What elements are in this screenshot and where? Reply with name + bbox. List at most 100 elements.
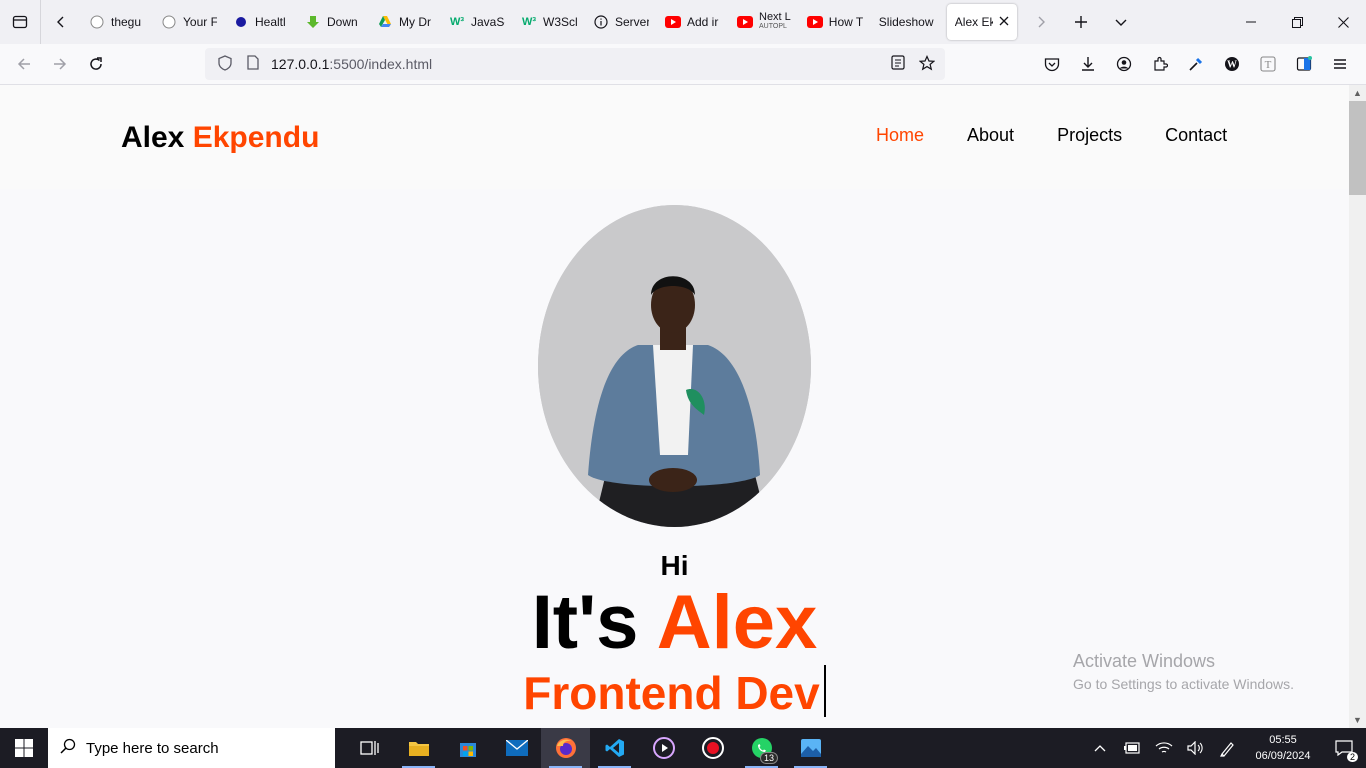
- show-hidden-icons-chevron-icon[interactable]: [1084, 728, 1116, 768]
- photos-icon[interactable]: [786, 728, 835, 768]
- tab-your-repos[interactable]: Your F: [153, 0, 225, 44]
- github-icon: [89, 14, 105, 30]
- greeting-text: Hi: [660, 550, 689, 581]
- tab-label: Slideshow: [878, 15, 934, 29]
- extensions-icon[interactable]: [1142, 48, 1178, 80]
- eyedropper-icon[interactable]: [1178, 48, 1214, 80]
- screen-recorder-icon[interactable]: [688, 728, 737, 768]
- restore-icon[interactable]: [1274, 0, 1320, 44]
- close-window-icon[interactable]: [1320, 0, 1366, 44]
- pen-icon[interactable]: [1212, 728, 1244, 768]
- nav-link-home[interactable]: Home: [876, 125, 924, 146]
- scroll-tabs-right-icon[interactable]: [1021, 0, 1061, 44]
- tab-label: Server: [615, 15, 649, 29]
- scrollbar-thumb[interactable]: [1349, 101, 1366, 195]
- whatsapp-icon[interactable]: 13: [737, 728, 786, 768]
- w3schools-icon: W³: [449, 16, 465, 28]
- battery-icon[interactable]: [1116, 728, 1148, 768]
- url-bar[interactable]: 127.0.0.1:5500/index.html: [205, 48, 945, 80]
- svg-text:T: T: [1265, 59, 1272, 71]
- tab-sublabel: AUTOPL: [759, 23, 787, 30]
- nav-link-about[interactable]: About: [967, 125, 1014, 146]
- menu-icon[interactable]: [1322, 48, 1358, 80]
- url-path: :5500/index.html: [329, 56, 433, 72]
- youtube-icon: [737, 14, 753, 30]
- w3schools-icon: W³: [521, 16, 537, 28]
- notification-count: 2: [1346, 752, 1358, 762]
- pocket-icon[interactable]: [1034, 48, 1070, 80]
- page-icon[interactable]: [243, 55, 263, 73]
- tab-slideshow[interactable]: Slideshow: [871, 0, 943, 44]
- scroll-tabs-left-icon[interactable]: [41, 0, 81, 44]
- page-scrollbar[interactable]: ▲ ▼: [1349, 85, 1366, 728]
- tab-w3schools[interactable]: W³ W3Scl: [513, 0, 585, 44]
- tab-thegu[interactable]: thegu: [81, 0, 153, 44]
- circle-icon: [233, 14, 249, 30]
- media-player-icon[interactable]: [639, 728, 688, 768]
- headline-name: Alex: [656, 580, 818, 665]
- tab-add-in[interactable]: Add ir: [657, 0, 729, 44]
- toolbar-right: W T: [1034, 48, 1358, 80]
- notification-center-icon[interactable]: 2: [1322, 728, 1366, 768]
- youtube-icon: [665, 14, 681, 30]
- svg-text:W: W: [1227, 60, 1237, 71]
- tab-label: How T: [828, 15, 863, 29]
- new-tab-icon[interactable]: [1061, 0, 1101, 44]
- network-icon[interactable]: [1148, 728, 1180, 768]
- tab-alex-ekpendu-active[interactable]: Alex Ek: [946, 4, 1017, 40]
- account-icon[interactable]: [1106, 48, 1142, 80]
- tab-label: Next L: [759, 11, 791, 23]
- windows-start-icon[interactable]: [0, 728, 48, 768]
- youtube-icon: [806, 14, 823, 30]
- mail-icon[interactable]: [492, 728, 541, 768]
- firefox-view-icon[interactable]: [0, 0, 40, 44]
- tab-server[interactable]: Server: [585, 0, 657, 44]
- tab-javascript[interactable]: W³ JavaSc: [441, 0, 513, 44]
- tab-how-to[interactable]: How T: [799, 0, 871, 44]
- volume-icon[interactable]: [1180, 728, 1212, 768]
- downloads-icon[interactable]: [1070, 48, 1106, 80]
- scroll-up-arrow-icon[interactable]: ▲: [1349, 85, 1366, 101]
- text-extension-icon[interactable]: T: [1250, 48, 1286, 80]
- tab-next-lesson[interactable]: Next L AUTOPL: [729, 0, 799, 44]
- minimize-icon[interactable]: [1228, 0, 1274, 44]
- nav-link-projects[interactable]: Projects: [1057, 125, 1122, 146]
- wordpress-extension-icon[interactable]: W: [1214, 48, 1250, 80]
- headline-prefix: It's: [531, 580, 639, 665]
- tab-my-drive[interactable]: My Dr: [369, 0, 441, 44]
- task-view-icon[interactable]: [345, 728, 394, 768]
- site-header: Alex Ekpendu Home About Projects Contact: [0, 85, 1349, 189]
- tab-label-stack: Next L AUTOPL: [759, 12, 791, 32]
- sidebar-extension-icon[interactable]: [1286, 48, 1322, 80]
- shield-icon[interactable]: [215, 54, 235, 74]
- typing-caret: [823, 665, 826, 717]
- scroll-down-arrow-icon[interactable]: ▼: [1349, 712, 1366, 728]
- watermark-title: Activate Windows: [1073, 651, 1216, 671]
- site-logo[interactable]: Alex Ekpendu: [121, 121, 319, 155]
- file-explorer-icon[interactable]: [394, 728, 443, 768]
- taskbar-search-box[interactable]: Type here to search: [48, 728, 335, 768]
- back-icon[interactable]: [6, 48, 42, 80]
- microsoft-store-icon[interactable]: [443, 728, 492, 768]
- taskbar-apps: 13: [345, 728, 835, 768]
- tab-label: W3Scl: [543, 15, 577, 29]
- reader-view-icon[interactable]: [891, 54, 905, 74]
- window-controls: [1228, 0, 1366, 44]
- tab-download[interactable]: Down: [297, 0, 369, 44]
- vscode-icon[interactable]: [590, 728, 639, 768]
- reload-icon[interactable]: [78, 48, 114, 80]
- tab-health[interactable]: Healtl: [225, 0, 297, 44]
- activate-windows-watermark: Activate Windows Go to Settings to activ…: [1073, 651, 1294, 692]
- firefox-icon[interactable]: [541, 728, 590, 768]
- tab-label: Alex Ek: [954, 15, 993, 29]
- site-nav: Home About Projects Contact: [876, 125, 1227, 146]
- clock-time: 05:55: [1269, 734, 1297, 746]
- list-all-tabs-icon[interactable]: [1101, 0, 1141, 44]
- forward-icon[interactable]: [42, 48, 78, 80]
- bookmark-star-icon[interactable]: [918, 54, 936, 74]
- nav-link-contact[interactable]: Contact: [1165, 125, 1227, 146]
- system-tray: 05:55 06/09/2024 2: [1084, 728, 1366, 768]
- profile-photo: [538, 205, 811, 527]
- close-tab-icon[interactable]: [999, 15, 1009, 29]
- taskbar-clock[interactable]: 05:55 06/09/2024: [1244, 732, 1322, 764]
